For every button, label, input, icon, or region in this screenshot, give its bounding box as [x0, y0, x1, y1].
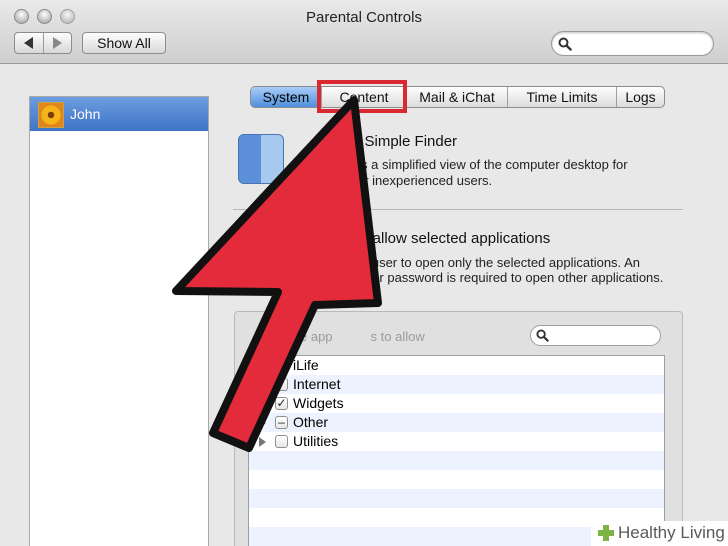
back-button[interactable]	[15, 33, 43, 53]
allow-apps-desc-1: e user to open only the selected applica…	[361, 255, 640, 270]
preferences-search-field[interactable]	[551, 31, 714, 56]
forward-button[interactable]	[42, 33, 72, 53]
user-avatar	[38, 102, 64, 128]
apps-hint-part-2: s to allow	[370, 329, 425, 344]
allow-apps-title[interactable]: y allow selected applications	[361, 230, 550, 247]
forward-arrow-icon	[52, 37, 62, 49]
app-row-other[interactable]: – Other	[249, 413, 664, 432]
app-row-widgets[interactable]: ✓ Widgets	[249, 394, 664, 413]
user-list: John	[29, 96, 209, 546]
search-icon	[558, 37, 572, 51]
disclosure-triangle-icon[interactable]	[259, 437, 266, 447]
show-all-button[interactable]: Show All	[82, 32, 166, 54]
tab-time-limits[interactable]: Time Limits	[507, 87, 616, 107]
apps-search-field[interactable]	[530, 325, 661, 346]
health-cross-icon	[598, 525, 614, 541]
app-row-utilities[interactable]: Utilities	[249, 432, 664, 451]
disclosure-triangle-icon[interactable]	[259, 418, 266, 428]
app-checkbox[interactable]: ✓	[275, 397, 288, 410]
window-toolbar: Parental Controls Show All	[0, 0, 728, 64]
app-label: Other	[293, 414, 329, 430]
watermark-text: Healthy Living	[618, 523, 725, 542]
apps-panel-hint: e app s to allow	[300, 329, 425, 344]
content-tab-highlight	[317, 80, 407, 113]
app-row-ilife[interactable]: iLife	[249, 356, 664, 375]
simple-finder-desc-2: or inexperienced users.	[357, 173, 493, 188]
app-label: iLife	[293, 357, 319, 373]
app-label: Internet	[293, 376, 341, 392]
app-row-internet[interactable]: Internet	[249, 375, 664, 394]
back-arrow-icon	[24, 37, 34, 49]
app-row-empty	[249, 451, 664, 470]
window-title: Parental Controls	[306, 9, 422, 26]
simple-finder-title[interactable]: e Simple Finder	[352, 133, 457, 150]
apps-hint-part-1: e app	[300, 329, 333, 344]
search-icon	[536, 329, 549, 342]
tab-mail-ichat[interactable]: Mail & iChat	[406, 87, 507, 107]
tab-system[interactable]: System	[251, 87, 321, 107]
divider	[233, 209, 683, 210]
apps-list: iLife Internet ✓ Widgets – Other Utiliti…	[248, 355, 665, 546]
simple-finder-desc-1: s a simplified view of the computer desk…	[361, 157, 628, 172]
back-forward-control	[14, 32, 72, 54]
app-checkbox[interactable]	[275, 435, 288, 448]
app-label: Utilities	[293, 433, 339, 449]
healthy-living-watermark: Healthy Living	[591, 521, 728, 546]
user-list-item[interactable]: John	[30, 97, 208, 131]
app-row-empty	[249, 470, 664, 489]
user-name: John	[70, 106, 101, 122]
allow-apps-desc-2: rator password is required to open other…	[357, 270, 664, 285]
tab-bar: System Content Mail & iChat Time Limits …	[250, 86, 665, 108]
app-checkbox[interactable]	[275, 378, 288, 391]
tab-logs[interactable]: Logs	[616, 87, 664, 107]
app-label: Widgets	[293, 395, 344, 411]
app-checkbox[interactable]: –	[275, 416, 288, 429]
app-row-empty	[249, 489, 664, 508]
finder-icon	[238, 134, 284, 184]
